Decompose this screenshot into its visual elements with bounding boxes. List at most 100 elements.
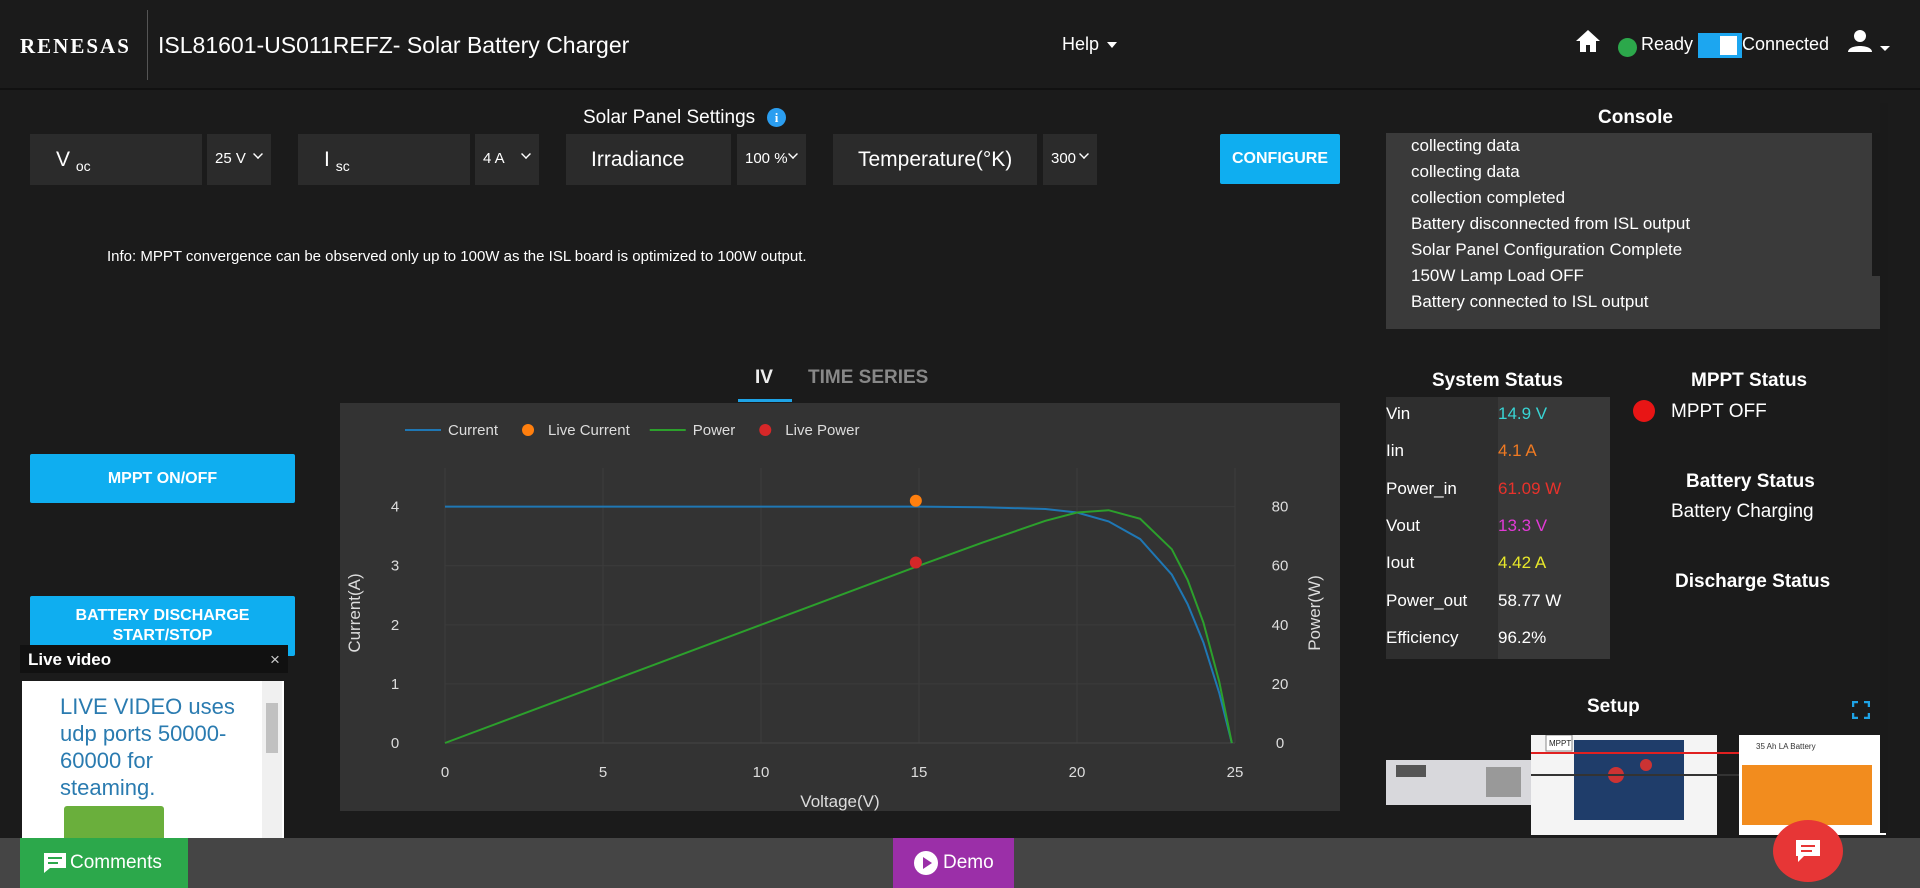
console-log[interactable]: collecting data collecting data collecti… xyxy=(1386,133,1880,329)
console-title: Console xyxy=(1598,107,1673,128)
console-line: Solar Panel Configuration Complete xyxy=(1411,240,1683,259)
discharge-status-title: Discharge Status xyxy=(1675,571,1831,592)
scrollbar-thumb[interactable] xyxy=(266,703,278,753)
x-tick-label: 10 xyxy=(753,764,770,781)
status-label: Vin xyxy=(1386,404,1411,423)
legend-marker xyxy=(522,424,535,436)
configure-button[interactable]: CONFIGURE xyxy=(1220,134,1340,184)
app-header: RENESAS ISL81601-US011REFZ- Solar Batter… xyxy=(0,0,1920,90)
comments-icon xyxy=(44,853,66,873)
console-line: collecting data xyxy=(1411,136,1520,155)
status-value: 4.1 A xyxy=(1498,441,1537,460)
status-label: Iout xyxy=(1386,553,1415,572)
chevron-down-icon xyxy=(1079,149,1089,159)
info-icon[interactable]: i xyxy=(767,108,786,127)
app-title: ISL81601-US011REFZ- Solar Battery Charge… xyxy=(158,32,630,58)
comments-button[interactable]: Comments xyxy=(20,838,188,888)
live-video-play-button[interactable] xyxy=(64,806,164,841)
system-status-title: System Status xyxy=(1432,370,1563,391)
status-value: 4.42 A xyxy=(1498,553,1547,572)
y2-tick-label: 20 xyxy=(1272,676,1289,693)
y2-axis-label: Power(W) xyxy=(1305,575,1324,651)
series-point-live-power xyxy=(909,556,922,569)
y2-tick-label: 40 xyxy=(1272,617,1289,634)
y-tick-label: 2 xyxy=(391,617,399,634)
close-icon[interactable]: × xyxy=(270,650,280,670)
demo-button[interactable]: Demo xyxy=(893,838,1014,888)
x-tick-label: 20 xyxy=(1069,764,1086,781)
status-label: Vout xyxy=(1386,516,1421,535)
mppt-tag: MPPT xyxy=(1549,739,1571,748)
legend-label: Live Power xyxy=(785,422,859,439)
console-line: collection completed xyxy=(1411,188,1566,207)
temperature-field: Temperature(°K) xyxy=(833,134,1037,185)
status-label: Power_out xyxy=(1386,591,1468,610)
series-point-live-current xyxy=(909,494,922,507)
x-tick-label: 25 xyxy=(1227,764,1244,781)
battery-discharge-label-1: BATTERY DISCHARGE xyxy=(75,607,250,624)
battery-status-title: Battery Status xyxy=(1686,471,1815,492)
live-video-popup: Live video × LIVE VIDEO uses udp ports 5… xyxy=(20,645,288,841)
status-value: 61.09 W xyxy=(1498,479,1562,498)
irradiance-value: 100 % xyxy=(745,150,788,167)
play-icon xyxy=(914,851,938,875)
mppt-status-indicator xyxy=(1633,400,1655,422)
chat-button[interactable] xyxy=(1773,820,1843,882)
user-icon[interactable] xyxy=(1846,28,1890,56)
status-value: 13.3 V xyxy=(1498,516,1548,535)
system-status-table: Vin 14.9 V Iin 4.1 A Power_in 61.09 W Vo… xyxy=(1386,397,1610,659)
connected-label: Connected xyxy=(1742,34,1830,54)
battery-discharge-label-2: START/STOP xyxy=(112,627,213,644)
temperature-label: Temperature(°K) xyxy=(858,148,1013,171)
ready-label: Ready xyxy=(1641,34,1694,54)
status-value: 58.77 W xyxy=(1498,591,1562,610)
voc-value: 25 V xyxy=(215,150,246,167)
console-line: Battery connected to ISL output xyxy=(1411,292,1649,311)
live-video-scrollbar[interactable] xyxy=(262,681,282,841)
chevron-down-icon xyxy=(788,149,798,159)
chat-icon xyxy=(1796,840,1820,862)
setup-title: Setup xyxy=(1587,696,1640,717)
help-menu[interactable]: Help xyxy=(1062,34,1118,55)
isc-select[interactable]: 4 A xyxy=(475,134,539,185)
irradiance-label: Irradiance xyxy=(591,148,685,171)
live-video-frame[interactable]: LIVE VIDEO uses udp ports 50000-60000 fo… xyxy=(22,681,284,841)
tab-iv-active-indicator xyxy=(738,399,792,402)
tab-iv[interactable]: IV xyxy=(755,367,773,389)
header-divider xyxy=(147,10,148,80)
live-video-header: Live video × xyxy=(20,645,288,673)
status-value: 14.9 V xyxy=(1498,404,1548,423)
irradiance-field: Irradiance xyxy=(566,134,731,185)
chevron-down-icon xyxy=(253,149,263,159)
mppt-status-title: MPPT Status xyxy=(1691,370,1808,391)
chevron-down-icon xyxy=(521,149,531,159)
renesas-logo[interactable]: RENESAS xyxy=(20,34,131,59)
legend-marker xyxy=(759,424,772,436)
home-icon[interactable] xyxy=(1574,28,1602,54)
voc-select[interactable]: 25 V xyxy=(207,134,271,185)
x-tick-label: 5 xyxy=(599,764,607,781)
status-label: Power_in xyxy=(1386,479,1457,498)
series-line-power xyxy=(444,509,1233,744)
legend-label: Current xyxy=(448,422,499,439)
voc-field: V oc xyxy=(30,134,202,185)
tab-time-series[interactable]: TIME SERIES xyxy=(808,367,928,389)
console-line: 150W Lamp Load OFF xyxy=(1411,266,1584,285)
iv-chart-svg: 0 5 10 15 20 2501234020406080Voltage(V)Curren… xyxy=(345,422,1324,811)
legend-label: Live Current xyxy=(548,422,631,439)
console-scrollbar[interactable] xyxy=(1872,133,1880,276)
page-scrollbar[interactable] xyxy=(1880,103,1888,833)
legend-label: Power xyxy=(693,422,736,439)
toggle-knob xyxy=(1720,36,1737,55)
isc-label: I sc xyxy=(324,148,350,175)
irradiance-select[interactable]: 100 % xyxy=(737,134,806,185)
y2-tick-label: 0 xyxy=(1276,735,1284,752)
connection-toggle[interactable] xyxy=(1698,33,1742,58)
x-axis-label: Voltage(V) xyxy=(800,792,879,811)
expand-icon[interactable] xyxy=(1852,701,1870,719)
console-line: Battery disconnected from ISL output xyxy=(1411,214,1691,233)
y2-tick-label: 80 xyxy=(1272,499,1289,516)
mppt-toggle-button[interactable]: MPPT ON/OFF xyxy=(30,454,295,503)
demo-label: Demo xyxy=(943,852,994,873)
temperature-select[interactable]: 300 xyxy=(1043,134,1097,185)
